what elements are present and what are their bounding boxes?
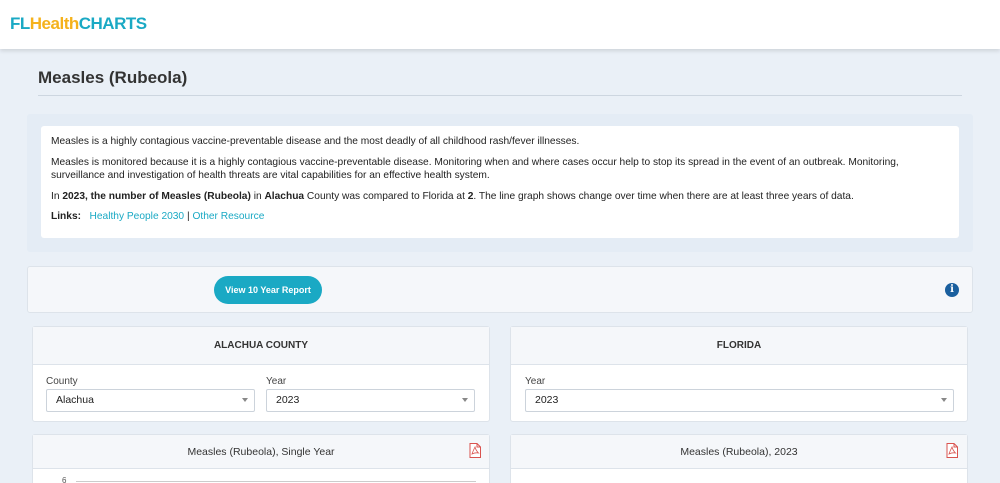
county-select[interactable]: Alachua: [46, 389, 255, 412]
description-box: Measles is a highly contagious vaccine-p…: [41, 126, 959, 238]
chevron-down-icon: [941, 398, 947, 402]
description-para-1: Measles is a highly contagious vaccine-p…: [51, 136, 580, 147]
link-other-resource[interactable]: Other Resource: [192, 211, 264, 222]
view-10-year-report-button[interactable]: View 10 Year Report: [214, 276, 322, 304]
pdf-download-icon[interactable]: [469, 443, 481, 458]
link-separator: |: [186, 211, 190, 222]
chevron-down-icon: [242, 398, 248, 402]
link-healthy-people-2030[interactable]: Healthy People 2030: [90, 211, 185, 222]
county-label: County: [46, 376, 78, 387]
chevron-down-icon: [462, 398, 468, 402]
chart-gridline: [76, 481, 476, 482]
top-bar: FLHealthCHARTS: [0, 0, 1000, 49]
florida-chart-title: Measles (Rubeola), 2023: [511, 435, 967, 469]
flhealthcharts-logo[interactable]: FLHealthCHARTS: [10, 14, 147, 34]
florida-year-label: Year: [525, 376, 546, 387]
pdf-download-icon[interactable]: [946, 443, 958, 458]
description-para-3: In 2023, the number of Measles (Rubeola)…: [51, 190, 854, 202]
florida-card-title: FLORIDA: [511, 327, 967, 365]
single-year-chart-card: Measles (Rubeola), Single Year: [32, 434, 490, 483]
single-year-chart-title: Measles (Rubeola), Single Year: [33, 435, 489, 469]
links-row: Links: Healthy People 2030 | Other Resou…: [51, 210, 949, 224]
florida-chart-card: Measles (Rubeola), 2023: [510, 434, 968, 483]
county-year-select[interactable]: 2023: [266, 389, 475, 412]
title-divider: [38, 95, 962, 96]
florida-year-select[interactable]: 2023: [525, 389, 954, 412]
report-toolbar: [27, 266, 973, 313]
description-para-2: Measles is monitored because it is a hig…: [51, 156, 899, 182]
county-year-label: Year: [266, 376, 287, 387]
county-card-title: ALACHUA COUNTY: [33, 327, 489, 365]
page-title: Measles (Rubeola): [38, 68, 188, 87]
chart-y-tick: 6: [62, 476, 67, 483]
links-label: Links:: [51, 211, 82, 222]
info-icon[interactable]: i: [945, 283, 959, 297]
